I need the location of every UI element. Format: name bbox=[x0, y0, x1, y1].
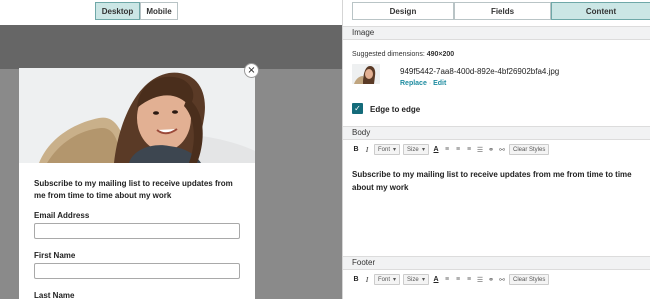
link-icon[interactable]: ⚭ bbox=[487, 274, 495, 285]
preview-pane: Desktop Mobile Subscribe to my mailing l… bbox=[0, 0, 342, 299]
size-select-label: Size bbox=[407, 146, 419, 153]
clear-styles-button[interactable]: Clear Styles bbox=[509, 274, 550, 285]
font-select[interactable]: Font ▾ bbox=[374, 144, 400, 155]
email-label: Email Address bbox=[34, 211, 90, 220]
font-select[interactable]: Font ▾ bbox=[374, 274, 400, 285]
body-editor[interactable]: Subscribe to my mailing list to receive … bbox=[352, 168, 642, 194]
tab-design[interactable]: Design bbox=[352, 2, 454, 20]
first-name-label: First Name bbox=[34, 251, 76, 260]
header-photo bbox=[19, 68, 255, 163]
chevron-down-icon: ▾ bbox=[421, 147, 425, 153]
chevron-down-icon: ▾ bbox=[421, 277, 425, 283]
action-separator: · bbox=[428, 80, 432, 87]
align-right-icon[interactable]: ≡ bbox=[465, 274, 473, 285]
tab-fields[interactable]: Fields bbox=[454, 2, 551, 20]
image-filename: 949f5442-7aa8-400d-892e-4bf26902bfa4.jpg bbox=[400, 67, 560, 76]
body-section-header: Body bbox=[343, 126, 650, 140]
edit-link[interactable]: Edit bbox=[433, 80, 446, 87]
first-name-input[interactable] bbox=[34, 263, 240, 279]
signup-modal: Subscribe to my mailing list to receive … bbox=[19, 68, 255, 299]
suggested-label: Suggested dimensions: bbox=[352, 51, 425, 58]
close-icon[interactable]: × bbox=[244, 63, 259, 78]
email-input[interactable] bbox=[34, 223, 240, 239]
suggested-dimensions: Suggested dimensions: 490×200 bbox=[352, 51, 454, 58]
font-select-label: Font bbox=[378, 146, 391, 153]
suggested-value: 490×200 bbox=[426, 51, 455, 58]
device-toggle-bar: Desktop Mobile bbox=[0, 0, 342, 25]
edge-to-edge-checkbox[interactable]: ✓ bbox=[352, 103, 363, 114]
modal-body-text: Subscribe to my mailing list to receive … bbox=[34, 179, 233, 200]
footer-toolbar: B I Font ▾ Size ▾ A ≡ ≡ ≡ ☰ ⚭ ⚯ Clear Styl… bbox=[352, 273, 550, 286]
last-name-label: Last Name bbox=[34, 291, 75, 299]
image-thumbnail bbox=[352, 64, 380, 84]
list-icon[interactable]: ☰ bbox=[476, 144, 484, 155]
image-section-header: Image bbox=[343, 26, 650, 40]
italic-button[interactable]: I bbox=[363, 144, 371, 155]
size-select[interactable]: Size ▾ bbox=[403, 144, 429, 155]
list-icon[interactable]: ☰ bbox=[476, 274, 484, 285]
align-right-icon[interactable]: ≡ bbox=[465, 144, 473, 155]
preview-backdrop-dark bbox=[0, 25, 342, 69]
chevron-down-icon: ▾ bbox=[392, 147, 396, 153]
size-select-label: Size bbox=[407, 276, 419, 283]
settings-pane: Design Fields Content Image Suggested di… bbox=[342, 0, 650, 299]
unlink-icon[interactable]: ⚯ bbox=[498, 274, 506, 285]
link-icon[interactable]: ⚭ bbox=[487, 144, 495, 155]
text-color-icon[interactable]: A bbox=[432, 274, 440, 285]
chevron-down-icon: ▾ bbox=[392, 277, 396, 283]
replace-link[interactable]: Replace bbox=[400, 80, 427, 87]
mobile-button[interactable]: Mobile bbox=[140, 2, 178, 20]
unlink-icon[interactable]: ⚯ bbox=[498, 144, 506, 155]
italic-button[interactable]: I bbox=[363, 274, 371, 285]
desktop-button[interactable]: Desktop bbox=[95, 2, 140, 20]
bold-button[interactable]: B bbox=[352, 274, 360, 285]
text-color-icon[interactable]: A bbox=[432, 144, 440, 155]
font-select-label: Font bbox=[378, 276, 391, 283]
footer-section-header: Footer bbox=[343, 256, 650, 270]
image-actions: Replace · Edit bbox=[400, 80, 446, 87]
tab-content[interactable]: Content bbox=[551, 2, 650, 20]
body-toolbar: B I Font ▾ Size ▾ A ≡ ≡ ≡ ☰ ⚭ ⚯ Clear Styl… bbox=[352, 143, 550, 156]
align-center-icon[interactable]: ≡ bbox=[454, 274, 462, 285]
edge-to-edge-label: Edge to edge bbox=[370, 105, 421, 114]
align-left-icon[interactable]: ≡ bbox=[443, 144, 451, 155]
clear-styles-button[interactable]: Clear Styles bbox=[509, 144, 550, 155]
bold-button[interactable]: B bbox=[352, 144, 360, 155]
align-center-icon[interactable]: ≡ bbox=[454, 144, 462, 155]
size-select[interactable]: Size ▾ bbox=[403, 274, 429, 285]
align-left-icon[interactable]: ≡ bbox=[443, 274, 451, 285]
